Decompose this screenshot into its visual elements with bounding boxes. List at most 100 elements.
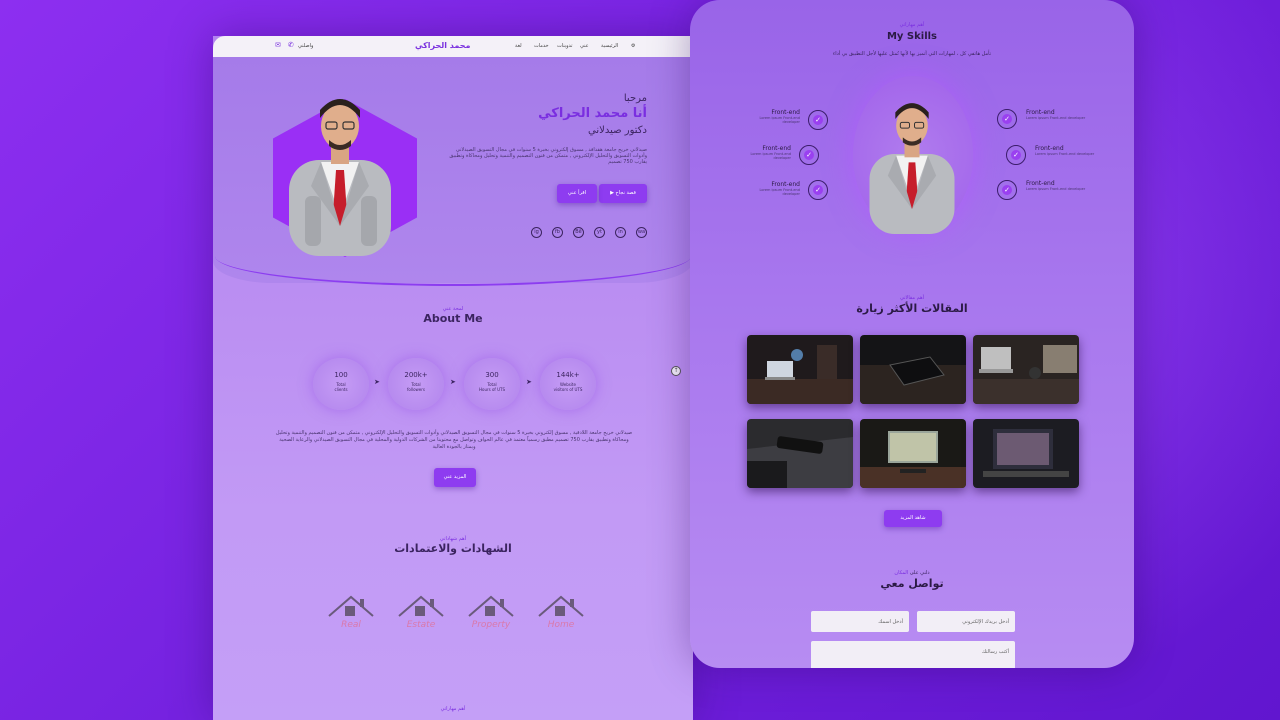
top-navbar: ✉ ✆ واصلني محمد الحراكي لغة خدمات تدوينا… xyxy=(213,36,693,57)
skill-sub: Lorem ipsum Front-end developer xyxy=(750,152,791,160)
window-icon xyxy=(555,606,565,616)
mail-icon[interactable]: ✉ xyxy=(275,41,281,49)
article-thumbnail[interactable] xyxy=(860,335,966,404)
article-thumbnail[interactable] xyxy=(747,419,853,488)
contact-subtitle: دلني على المكان xyxy=(690,570,1134,576)
arrow-icon: ➤ xyxy=(450,378,456,386)
success-story-button[interactable]: ▶ قصة نجاح xyxy=(599,184,647,203)
skills-title: My Skills xyxy=(886,31,938,42)
stat-circle: 144k+ Website visitors of UTS xyxy=(540,358,596,410)
article-thumbnail[interactable] xyxy=(973,419,1079,488)
skill-name: Front-end xyxy=(1035,145,1064,152)
skill-name: Front-end xyxy=(771,181,800,188)
footer-heading: أهم مهاراتي xyxy=(213,706,693,712)
certificate-logo[interactable]: Real xyxy=(325,592,377,642)
skills-description: تأمل هاتفي كل ، لمهارات التي أتميز بها ل… xyxy=(832,51,992,57)
settings-icon[interactable]: ⚙ xyxy=(631,43,635,49)
whatsapp-icon[interactable]: ✆ xyxy=(288,41,294,49)
stat-label: Total followers xyxy=(407,382,425,392)
about-description: صيدلاني خريج جامعة اللاذقية , مسوق إلكتر… xyxy=(275,430,633,450)
contact-title: تواصل معي xyxy=(880,577,944,590)
contact-sub-accent: المكان xyxy=(894,570,909,576)
brand-logo[interactable]: محمد الحراكي xyxy=(415,41,470,50)
more-about-button[interactable]: المزيد عني xyxy=(434,468,476,487)
skill-name: Front-end xyxy=(1026,109,1055,116)
skill-item: Front-end Lorem ipsum Front-end developer xyxy=(1026,109,1096,120)
certificates-title: الشهادات والاعتمادات xyxy=(394,542,512,555)
nav-services[interactable]: خدمات xyxy=(534,43,549,49)
check-icon: ✓ xyxy=(997,180,1017,200)
certificate-wordmark: Property xyxy=(471,620,511,630)
skills-page-preview: أهم مهاراتي My Skills تأمل هاتفي كل ، لم… xyxy=(690,0,1134,668)
stat-label: Total clients xyxy=(334,382,348,392)
articles-sub-accent: مقالاتي xyxy=(899,295,916,301)
read-about-button[interactable]: اقرأ عني xyxy=(557,184,597,203)
skill-name: Front-end xyxy=(771,109,800,116)
contact-link[interactable]: واصلني xyxy=(298,43,313,49)
nav-home[interactable]: الرئيسية xyxy=(601,43,618,49)
skill-sub: Lorem ipsum Front-end developer xyxy=(759,116,800,124)
nav-lang[interactable]: لغة xyxy=(515,43,522,49)
facebook-icon[interactable]: fb xyxy=(552,227,563,238)
whatsapp-social-icon[interactable]: wa xyxy=(636,227,647,238)
certificate-logo[interactable]: Property xyxy=(465,592,517,642)
skill-item: Front-end Lorem ipsum Front-end developer xyxy=(734,145,791,160)
home-page-preview: ✉ ✆ واصلني محمد الحراكي لغة خدمات تدوينا… xyxy=(213,36,693,720)
stat-label: Total Hours of UTS xyxy=(478,382,506,392)
skills-subtitle: أهم مهاراتي xyxy=(899,22,925,28)
stat-value: 300 xyxy=(485,371,499,379)
scroll-top-button[interactable]: ↑ xyxy=(671,366,681,376)
arrow-icon: ➤ xyxy=(526,378,532,386)
certificates-heading: أهم شهاداتي الشهادات والاعتمادات xyxy=(213,536,693,555)
skill-item: Front-end Lorem ipsum Front-end developer xyxy=(745,109,800,124)
skills-profile-photo xyxy=(869,103,955,234)
name-input[interactable]: أدخل اسمك xyxy=(811,611,909,632)
certificate-logo[interactable]: Home xyxy=(535,592,587,642)
check-icon: ✓ xyxy=(808,180,828,200)
skill-sub: Lorem ipsum Front-end developer xyxy=(759,188,800,196)
stat-circle: 200k+ Total followers xyxy=(388,358,444,410)
youtube-icon[interactable]: yt xyxy=(594,227,605,238)
articles-title: المقالات الأكثر زيارة xyxy=(856,302,968,315)
stat-value: 100 xyxy=(334,371,348,379)
stat-circle: 300 Total Hours of UTS xyxy=(464,358,520,410)
profile-photo xyxy=(289,99,391,256)
footer-subtitle: أهم مهاراتي xyxy=(440,706,466,712)
article-thumbnail[interactable] xyxy=(747,335,853,404)
behance-icon[interactable]: Bē xyxy=(573,227,584,238)
check-icon: ✓ xyxy=(799,145,819,165)
window-icon xyxy=(485,606,495,616)
article-thumbnail[interactable] xyxy=(973,335,1079,404)
article-thumbnail[interactable] xyxy=(860,419,966,488)
hero-greeting: مرحبا xyxy=(623,93,647,104)
stat-label: Website visitors of UTS xyxy=(553,382,583,392)
message-textarea[interactable]: أكتب رسالتك xyxy=(811,641,1015,668)
about-heading: لمحة عني About Me xyxy=(213,306,693,325)
articles-sub-plain: أهم xyxy=(915,295,925,301)
window-icon xyxy=(415,606,425,616)
skill-name: Front-end xyxy=(762,145,791,152)
email-input[interactable]: أدخل بريدك الإلكتروني xyxy=(917,611,1015,632)
about-title: About Me xyxy=(423,312,483,325)
hero-role: دكتور صيدلاني xyxy=(588,125,647,136)
certificate-wordmark: Real xyxy=(341,620,361,630)
certificate-logo[interactable]: Estate xyxy=(395,592,447,642)
skill-item: Front-end Lorem ipsum Front-end developer xyxy=(743,181,800,196)
hero-name: أنا محمد الحراكي xyxy=(538,106,647,121)
skill-item: Front-end Lorem ipsum Front-end developer xyxy=(1026,180,1096,191)
skill-name: Front-end xyxy=(1026,180,1055,187)
nav-about[interactable]: عني xyxy=(580,43,589,49)
contact-sub-plain: دلني على xyxy=(908,570,930,576)
linkedin-icon[interactable]: in xyxy=(615,227,626,238)
stat-value: 200k+ xyxy=(404,371,428,379)
see-more-articles-button[interactable]: شاهد المزيد xyxy=(884,510,942,527)
nav-blog[interactable]: تدوينات xyxy=(557,43,573,49)
skill-sub: Lorem ipsum Front-end developer xyxy=(1026,187,1086,191)
check-icon: ✓ xyxy=(808,110,828,130)
window-icon xyxy=(345,606,355,616)
certificate-wordmark: Estate xyxy=(406,620,436,630)
instagram-icon[interactable]: ig xyxy=(531,227,542,238)
success-story-label: قصة نجاح xyxy=(615,190,636,196)
hero-description: صيدلاني خريج جامعة هقدافد , مسوق إلكترون… xyxy=(449,147,647,165)
check-icon: ✓ xyxy=(1006,145,1026,165)
